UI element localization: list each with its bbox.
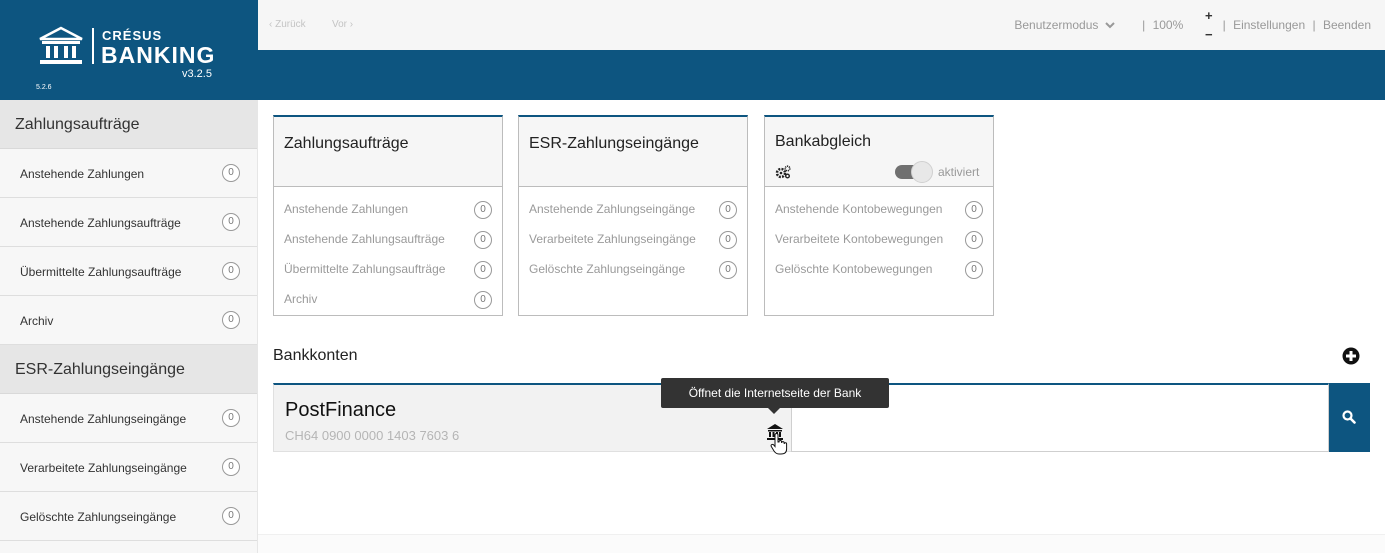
- card-row-label: Übermittelte Zahlungsaufträge: [284, 262, 446, 276]
- hand-cursor-icon: [770, 433, 788, 455]
- card-title[interactable]: Zahlungsaufträge: [284, 135, 409, 153]
- sidebar-item-transmitted-payment-orders[interactable]: Übermittelte Zahlungsaufträge 0: [0, 247, 257, 296]
- section-title-bank-accounts: Bankkonten: [273, 347, 358, 364]
- sidebar-item-label: Übermittelte Zahlungsaufträge: [20, 265, 182, 279]
- card-header: Zahlungsaufträge: [274, 117, 502, 187]
- logo-divider: [92, 28, 94, 64]
- count-badge: 0: [222, 164, 240, 182]
- card-row-label: Verarbeitete Kontobewegungen: [775, 232, 944, 246]
- brand-bottom: BANKING: [101, 42, 216, 68]
- card-row-processed-movements[interactable]: Verarbeitete Kontobewegungen 0: [765, 217, 993, 249]
- separator: |: [1142, 18, 1146, 32]
- sidebar-item-label: Anstehende Zahlungsaufträge: [20, 216, 181, 230]
- sidebar-item-label: Archiv: [20, 314, 54, 328]
- card-row-label: Anstehende Zahlungen: [284, 202, 409, 216]
- card-row-pending-payment-orders[interactable]: Anstehende Zahlungsaufträge 0: [274, 217, 502, 249]
- count-badge: 0: [222, 507, 240, 525]
- topbar-menu: Benutzermodus | 100% | Einstellungen | B…: [1006, 18, 1371, 32]
- card-row-deleted-incoming[interactable]: Gelöschte Zahlungseingänge 0: [519, 247, 747, 279]
- sidebar-item-pending-payment-orders[interactable]: Anstehende Zahlungsaufträge 0: [0, 198, 257, 247]
- count-badge: 0: [222, 311, 240, 329]
- count-badge: 0: [965, 261, 983, 279]
- chevron-down-icon: [1105, 22, 1115, 29]
- card-header: ESR-Zahlungseingänge: [519, 117, 747, 187]
- search-button[interactable]: [1329, 383, 1370, 452]
- card-header: Bankabgleich aktiviert: [765, 117, 993, 187]
- header-band: [258, 50, 1385, 100]
- toggle-knob: [911, 161, 933, 183]
- card-esr-incoming: ESR-Zahlungseingänge Anstehende Zahlungs…: [518, 115, 748, 316]
- gears-icon[interactable]: [775, 165, 791, 179]
- card-row-processed-incoming[interactable]: Verarbeitete Zahlungseingänge 0: [519, 217, 747, 249]
- top-toolbar: ‹ Zurück Vor › + − Benutzermodus | 100% …: [258, 0, 1385, 50]
- card-row-label: Anstehende Zahlungseingänge: [529, 202, 696, 216]
- brand-top: CRÉSUS: [102, 28, 163, 43]
- user-mode-label: Benutzermodus: [1014, 18, 1099, 32]
- card-row-label: Gelöschte Zahlungseingänge: [529, 262, 686, 276]
- small-version: 5.2.6: [36, 84, 52, 91]
- count-badge: 0: [222, 409, 240, 427]
- card-row-pending-movements[interactable]: Anstehende Kontobewegungen 0: [765, 187, 993, 219]
- sidebar-item-pending-payments[interactable]: Anstehende Zahlungen 0: [0, 149, 257, 198]
- sidebar-item-label: Gelöschte Zahlungseingänge: [20, 510, 177, 524]
- card-row-label: Archiv: [284, 292, 318, 306]
- account-iban: CH64 0900 0000 1403 7603 6: [285, 428, 460, 443]
- account-name: PostFinance: [285, 399, 397, 421]
- card-row-pending-payments[interactable]: Anstehende Zahlungen 0: [274, 187, 502, 219]
- card-row-label: Verarbeitete Zahlungseingänge: [529, 232, 696, 246]
- bank-icon: [39, 26, 83, 64]
- card-row-transmitted-payment-orders[interactable]: Übermittelte Zahlungsaufträge 0: [274, 247, 502, 279]
- separator: |: [1222, 18, 1226, 32]
- sidebar-section-esr-incoming[interactable]: ESR-Zahlungseingänge: [0, 345, 257, 394]
- card-row-label: Anstehende Kontobewegungen: [775, 202, 943, 216]
- sidebar-item-processed-incoming[interactable]: Verarbeitete Zahlungseingänge 0: [0, 443, 257, 492]
- app-logo: CRÉSUS BANKING v3.2.5 5.2.6: [0, 0, 258, 100]
- sidebar-item-label: Anstehende Zahlungen: [20, 167, 145, 181]
- card-row-archive[interactable]: Archiv 0: [274, 277, 502, 309]
- sidebar-item-label: Anstehende Zahlungseingänge: [20, 412, 187, 426]
- tooltip-arrow: [768, 408, 780, 414]
- zoom-level: 100%: [1152, 18, 1184, 32]
- bank-website-tooltip: Öffnet die Internetseite der Bank: [661, 378, 889, 408]
- card-bank-reconciliation: Bankabgleich aktiviert Anstehende Kontob…: [764, 115, 994, 316]
- sidebar-item-pending-incoming[interactable]: Anstehende Zahlungseingänge 0: [0, 394, 257, 443]
- app-version: v3.2.5: [182, 68, 212, 80]
- search-icon: [1342, 410, 1356, 424]
- sidebar-item-archive[interactable]: Archiv 0: [0, 296, 257, 345]
- user-mode-dropdown[interactable]: Benutzermodus: [1010, 18, 1118, 32]
- count-badge: 0: [474, 291, 492, 309]
- card-row-label: Gelöschte Kontobewegungen: [775, 262, 933, 276]
- count-badge: 0: [222, 262, 240, 280]
- forward-button[interactable]: Vor ›: [332, 19, 353, 30]
- reconciliation-toggle[interactable]: [895, 161, 933, 183]
- count-badge: 0: [719, 261, 737, 279]
- count-badge: 0: [222, 213, 240, 231]
- sidebar-item-label: Verarbeitete Zahlungseingänge: [20, 461, 187, 475]
- card-row-label: Anstehende Zahlungsaufträge: [284, 232, 445, 246]
- separator: |: [1312, 18, 1316, 32]
- card-row-pending-incoming[interactable]: Anstehende Zahlungseingänge 0: [519, 187, 747, 219]
- card-title[interactable]: ESR-Zahlungseingänge: [529, 135, 699, 153]
- content-footer: [258, 534, 1385, 553]
- sidebar-section-payment-orders[interactable]: Zahlungsaufträge: [0, 100, 257, 149]
- card-payment-orders: Zahlungsaufträge Anstehende Zahlungen 0 …: [273, 115, 503, 316]
- add-icon[interactable]: [1342, 347, 1360, 365]
- quit-link[interactable]: Beenden: [1323, 18, 1371, 32]
- count-badge: 0: [222, 458, 240, 476]
- sidebar-item-deleted-incoming[interactable]: Gelöschte Zahlungseingänge 0: [0, 492, 257, 541]
- settings-link[interactable]: Einstellungen: [1233, 18, 1305, 32]
- card-title[interactable]: Bankabgleich: [775, 133, 871, 151]
- toggle-label: aktiviert: [938, 165, 980, 179]
- back-button[interactable]: ‹ Zurück: [269, 19, 306, 30]
- sidebar: Zahlungsaufträge Anstehende Zahlungen 0 …: [0, 100, 258, 553]
- card-row-deleted-movements[interactable]: Gelöschte Kontobewegungen 0: [765, 247, 993, 279]
